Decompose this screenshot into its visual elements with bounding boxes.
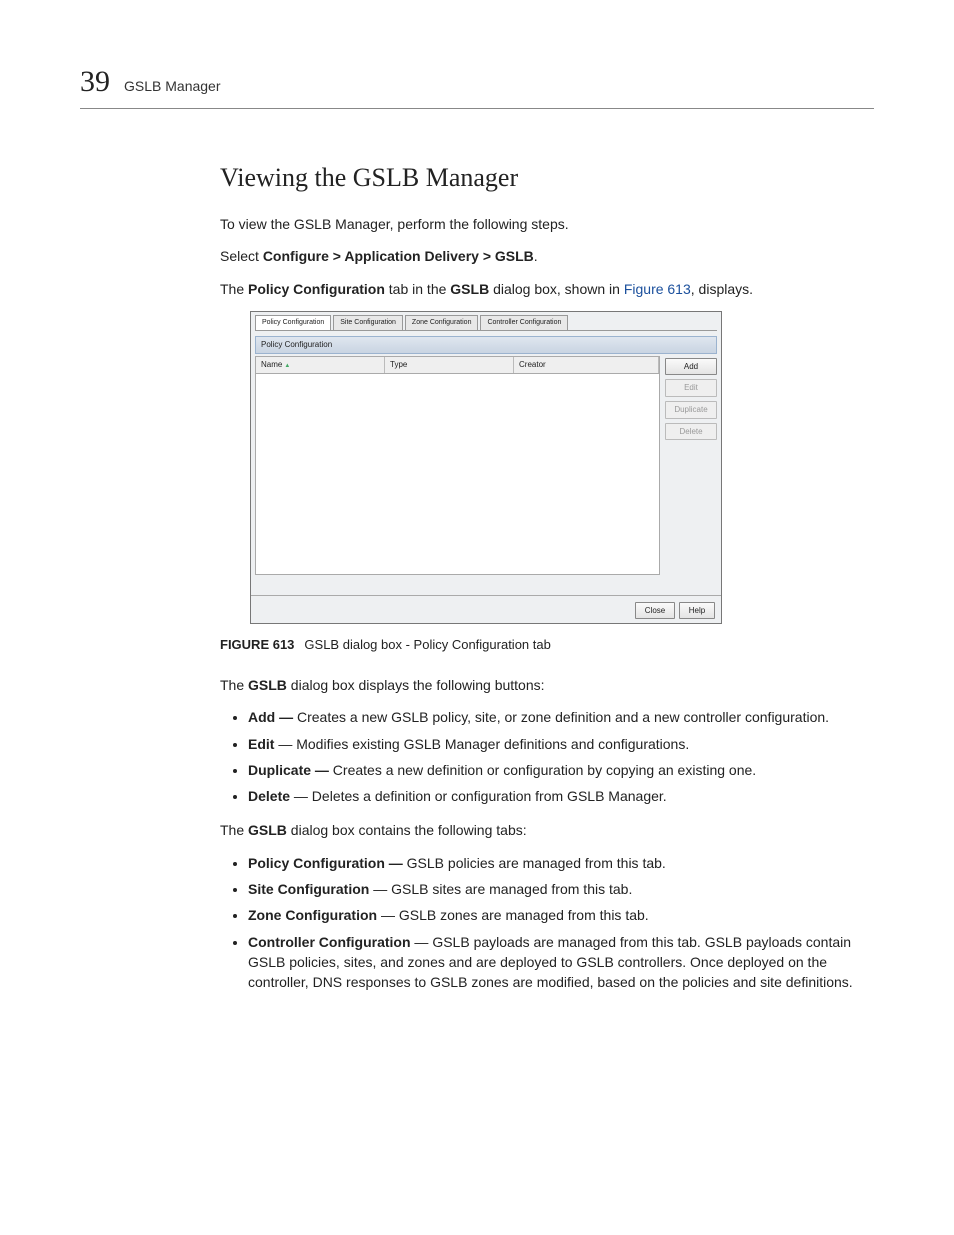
text: dialog box, shown in bbox=[489, 281, 624, 297]
item-desc: Creates a new GSLB policy, site, or zone… bbox=[297, 709, 829, 725]
figure-caption-text: GSLB dialog box - Policy Configuration t… bbox=[304, 637, 550, 652]
tab-site-configuration[interactable]: Site Configuration bbox=[333, 315, 403, 330]
table-area: Name▲ Type Creator Add Edit Duplicate De… bbox=[255, 356, 717, 575]
intro-paragraph-1: To view the GSLB Manager, perform the fo… bbox=[220, 214, 874, 234]
figure-label: FIGURE 613 bbox=[220, 637, 294, 652]
delete-button[interactable]: Delete bbox=[665, 423, 717, 441]
figure-link[interactable]: Figure 613 bbox=[624, 281, 691, 297]
text-bold: Policy Configuration bbox=[248, 281, 385, 297]
intro-paragraph-2: Select Configure > Application Delivery … bbox=[220, 246, 874, 266]
list-item: Site Configuration — GSLB sites are mana… bbox=[248, 879, 874, 899]
item-name: Duplicate — bbox=[248, 762, 333, 778]
buttons-intro: The GSLB dialog box displays the followi… bbox=[220, 675, 874, 695]
page-header: 39 GSLB Manager bbox=[80, 60, 874, 109]
text: tab in the bbox=[385, 281, 450, 297]
item-name: Edit bbox=[248, 736, 274, 752]
text-bold: GSLB bbox=[248, 677, 287, 693]
tab-zone-configuration[interactable]: Zone Configuration bbox=[405, 315, 479, 330]
list-item: Edit — Modifies existing GSLB Manager de… bbox=[248, 734, 874, 754]
item-desc: — GSLB zones are managed from this tab. bbox=[377, 907, 649, 923]
edit-button[interactable]: Edit bbox=[665, 379, 717, 397]
sort-asc-icon: ▲ bbox=[284, 363, 290, 369]
list-item: Controller Configuration — GSLB payloads… bbox=[248, 932, 874, 993]
item-name: Site Configuration bbox=[248, 881, 369, 897]
text: Select bbox=[220, 248, 263, 264]
tab-controller-configuration[interactable]: Controller Configuration bbox=[480, 315, 568, 330]
tabs-intro: The GSLB dialog box contains the followi… bbox=[220, 820, 874, 840]
item-name: Zone Configuration bbox=[248, 907, 377, 923]
text: The bbox=[220, 822, 248, 838]
item-name: Delete bbox=[248, 788, 290, 804]
table-wrap: Name▲ Type Creator bbox=[255, 356, 660, 575]
item-name: Controller Configuration bbox=[248, 934, 411, 950]
list-item: Zone Configuration — GSLB zones are mana… bbox=[248, 905, 874, 925]
list-item: Delete — Deletes a definition or configu… bbox=[248, 786, 874, 806]
intro-paragraph-3: The Policy Configuration tab in the GSLB… bbox=[220, 279, 874, 299]
text: The bbox=[220, 281, 248, 297]
text-bold: GSLB bbox=[248, 822, 287, 838]
column-creator[interactable]: Creator bbox=[514, 357, 659, 373]
dialog-tabs: Policy Configuration Site Configuration … bbox=[255, 315, 717, 331]
tab-policy-configuration[interactable]: Policy Configuration bbox=[255, 315, 331, 330]
gslb-dialog: Policy Configuration Site Configuration … bbox=[250, 311, 722, 624]
content-area: Viewing the GSLB Manager To view the GSL… bbox=[220, 159, 874, 993]
chapter-label: GSLB Manager bbox=[124, 76, 221, 96]
chapter-number: 39 bbox=[80, 60, 110, 104]
item-desc: Creates a new definition or configuratio… bbox=[333, 762, 756, 778]
list-item: Add — Creates a new GSLB policy, site, o… bbox=[248, 707, 874, 727]
item-desc: — GSLB sites are managed from this tab. bbox=[369, 881, 632, 897]
text: , displays. bbox=[691, 281, 753, 297]
list-item: Duplicate — Creates a new definition or … bbox=[248, 760, 874, 780]
dialog-footer: Close Help bbox=[251, 595, 721, 624]
item-name: Add — bbox=[248, 709, 297, 725]
add-button[interactable]: Add bbox=[665, 358, 717, 376]
column-type[interactable]: Type bbox=[385, 357, 514, 373]
table-body bbox=[255, 374, 660, 575]
item-name: Policy Configuration — bbox=[248, 855, 407, 871]
text-bold: GSLB bbox=[450, 281, 489, 297]
menu-path: Configure > Application Delivery > GSLB bbox=[263, 248, 534, 264]
dialog-body: Policy Configuration Site Configuration … bbox=[251, 312, 721, 580]
buttons-list: Add — Creates a new GSLB policy, site, o… bbox=[220, 707, 874, 806]
side-buttons: Add Edit Duplicate Delete bbox=[665, 356, 717, 575]
column-name[interactable]: Name▲ bbox=[256, 357, 385, 373]
text: . bbox=[534, 248, 538, 264]
text: dialog box contains the following tabs: bbox=[287, 822, 527, 838]
section-title: Viewing the GSLB Manager bbox=[220, 159, 874, 197]
item-desc: GSLB policies are managed from this tab. bbox=[407, 855, 666, 871]
figure-caption: FIGURE 613 GSLB dialog box - Policy Confi… bbox=[220, 636, 874, 655]
dialog-section-label: Policy Configuration bbox=[255, 336, 717, 354]
list-item: Policy Configuration — GSLB policies are… bbox=[248, 853, 874, 873]
help-button[interactable]: Help bbox=[679, 602, 715, 620]
tabs-list: Policy Configuration — GSLB policies are… bbox=[220, 853, 874, 993]
column-name-label: Name bbox=[261, 360, 282, 369]
text: dialog box displays the following button… bbox=[287, 677, 545, 693]
item-desc: — Deletes a definition or configuration … bbox=[290, 788, 667, 804]
table-header: Name▲ Type Creator bbox=[255, 356, 660, 374]
close-button[interactable]: Close bbox=[635, 602, 675, 620]
duplicate-button[interactable]: Duplicate bbox=[665, 401, 717, 419]
text: The bbox=[220, 677, 248, 693]
item-desc: — Modifies existing GSLB Manager definit… bbox=[274, 736, 689, 752]
